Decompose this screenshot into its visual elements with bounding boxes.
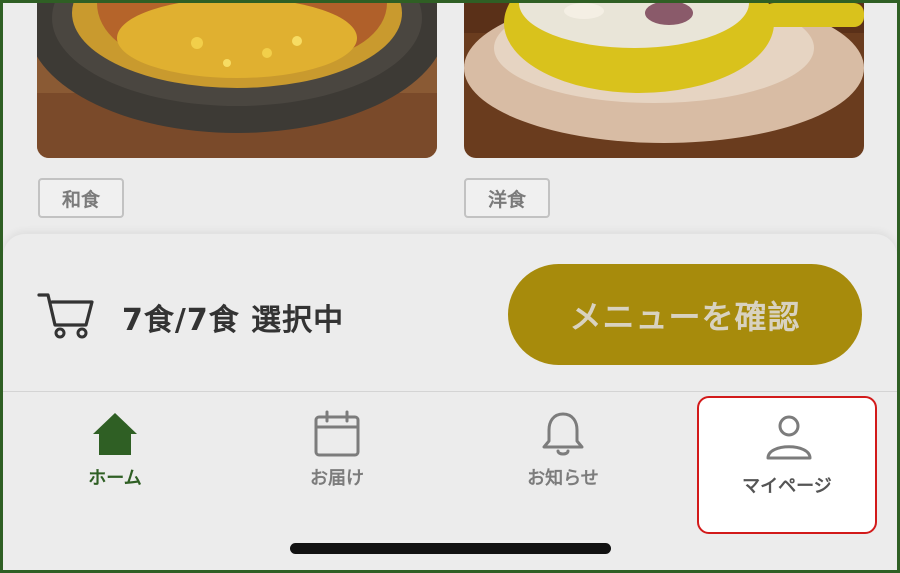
- bell-icon: [542, 412, 584, 456]
- user-icon: [766, 415, 812, 460]
- nav-label-home: ホーム: [88, 468, 142, 489]
- nav-item-home[interactable]: ホーム: [55, 392, 175, 532]
- nav-label-mypage: マイページ: [742, 476, 832, 497]
- confirm-menu-button[interactable]: メニューを確認: [508, 264, 862, 365]
- nav-label-delivery: お届け: [310, 468, 364, 489]
- category-tag: 洋食: [464, 178, 550, 218]
- food-image-western[interactable]: [464, 3, 864, 158]
- category-tag: 和食: [38, 178, 124, 218]
- nav-item-notice[interactable]: お知らせ: [503, 392, 623, 532]
- nav-item-mypage[interactable]: マイページ: [697, 396, 877, 534]
- home-icon: [93, 413, 137, 455]
- nav-label-notice: お知らせ: [527, 468, 599, 489]
- cart-icon: [37, 293, 94, 339]
- food-image-japanese[interactable]: [37, 3, 437, 158]
- home-indicator: [290, 543, 611, 554]
- cart-selection-count: 7食/7食 選択中: [122, 303, 345, 338]
- calendar-icon: [314, 410, 360, 457]
- app-screen: 和食 洋食 7食/7食 選択中 メニューを確認 ホーム お届け お知らせ マイペ…: [3, 3, 897, 570]
- nav-item-delivery[interactable]: お届け: [277, 392, 397, 532]
- cart-bar: 7食/7食 選択中 メニューを確認: [3, 234, 897, 394]
